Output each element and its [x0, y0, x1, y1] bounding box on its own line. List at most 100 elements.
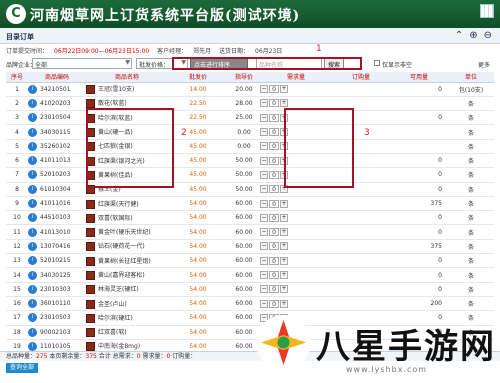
- minus-button[interactable]: −: [260, 85, 268, 94]
- minus-button[interactable]: −: [260, 271, 268, 279]
- info-icon[interactable]: i: [28, 341, 37, 351]
- quantity-stepper[interactable]: −0+: [260, 228, 288, 237]
- table-row[interactable]: 2 i 41020203 散花(软蓝) 22.50 28.00−0 + 条: [6, 96, 494, 112]
- quantity-input[interactable]: 0: [269, 228, 279, 237]
- quantity-input[interactable]: 0: [269, 271, 279, 279]
- plus-button[interactable]: +: [280, 256, 288, 265]
- table-row[interactable]: 1 i 34210501 王冠(雪10支) 14.00 20.00−0 +0 包(10支): [6, 82, 494, 97]
- quantity-input[interactable]: 0: [269, 142, 279, 151]
- quantity-stepper[interactable]: −0+: [260, 242, 288, 251]
- quantity-input[interactable]: 0: [269, 242, 279, 251]
- table-row[interactable]: 13 i 52010215 黄果树(长征红星炮) 54.00 60.00−0 +0 条: [6, 253, 494, 269]
- product-name[interactable]: 金圣(卢山): [86, 296, 168, 312]
- info-icon[interactable]: i: [28, 84, 37, 94]
- table-row[interactable]: 5 i 35260102 七匹狼(金银) 45.00 0.00−0 + 条: [6, 139, 494, 154]
- plus-button[interactable]: +: [280, 228, 288, 237]
- info-icon[interactable]: i: [28, 284, 37, 294]
- minus-button[interactable]: −: [260, 285, 268, 294]
- info-icon[interactable]: i: [28, 241, 37, 251]
- plus-button[interactable]: +: [280, 271, 288, 279]
- product-name[interactable]: 王冠(雪10支): [86, 82, 168, 97]
- info-icon[interactable]: i: [28, 141, 37, 151]
- plus-button[interactable]: +: [280, 199, 288, 208]
- info-icon[interactable]: i: [28, 113, 37, 123]
- info-icon[interactable]: i: [28, 127, 37, 137]
- info-icon[interactable]: i: [28, 327, 37, 337]
- product-name[interactable]: 红旗渠(天行健): [86, 196, 168, 212]
- product-name[interactable]: 黄金叶(硬乐天世纪): [86, 224, 168, 240]
- more-link[interactable]: 更多: [478, 60, 490, 69]
- table-row[interactable]: 12 i 13070416 钻石(硬荷花一代) 54.00 60.00−0 +375 条: [6, 239, 494, 255]
- info-icon[interactable]: i: [28, 156, 37, 166]
- quantity-input[interactable]: 0: [269, 299, 279, 308]
- plus-button[interactable]: +: [280, 99, 288, 108]
- info-icon[interactable]: i: [28, 199, 37, 209]
- quantity-stepper[interactable]: −0+: [260, 85, 288, 94]
- info-icon[interactable]: i: [28, 213, 37, 223]
- info-icon[interactable]: i: [28, 170, 37, 180]
- minus-button[interactable]: −: [260, 156, 268, 165]
- quantity-stepper[interactable]: −0+: [260, 99, 288, 108]
- minus-button[interactable]: −: [260, 128, 268, 137]
- product-name[interactable]: 双喜(软国际): [86, 210, 168, 226]
- info-icon[interactable]: i: [28, 227, 37, 237]
- table-row[interactable]: 3 i 23010504 哈尔滨(软蓝) 22.50 25.00−0 +0 条: [6, 110, 494, 126]
- info-icon[interactable]: i: [28, 299, 37, 309]
- minus-button[interactable]: −: [260, 199, 268, 208]
- plus-button[interactable]: +: [280, 285, 288, 294]
- product-name[interactable]: 林海灵芝(硬红): [86, 282, 168, 297]
- quantity-input[interactable]: 0: [269, 256, 279, 265]
- zoom-in-icon[interactable]: ⊕: [469, 30, 477, 41]
- quantity-input[interactable]: 0: [269, 113, 279, 122]
- query-all-button[interactable]: 查询全部: [6, 363, 39, 373]
- quantity-stepper[interactable]: −0+: [260, 256, 288, 265]
- product-name[interactable]: 黄山(嘉界迎客松): [86, 267, 168, 283]
- quantity-input[interactable]: 0: [269, 185, 279, 194]
- quantity-input[interactable]: 0: [269, 128, 279, 137]
- minus-button[interactable]: −: [260, 256, 268, 265]
- quantity-stepper[interactable]: −0+: [260, 285, 288, 294]
- table-row[interactable]: 8 i 61010304 猴王(金) 45.00 50.00−0 +0 条: [6, 182, 494, 197]
- only-nonempty-checkbox[interactable]: [374, 60, 380, 66]
- table-row[interactable]: 16 i 36010110 金圣(卢山) 54.00 60.00−0 +200 条: [6, 296, 494, 312]
- quantity-stepper[interactable]: −0+: [260, 299, 288, 308]
- quantity-input[interactable]: 0: [269, 213, 279, 222]
- table-row[interactable]: 10 i 44510103 双喜(软国际) 54.00 60.00−0 +0 条: [6, 210, 494, 226]
- table-row[interactable]: 11 i 41013010 黄金叶(硬乐天世纪) 54.00 60.00−0 +0 条: [6, 224, 494, 240]
- info-icon[interactable]: i: [28, 184, 37, 194]
- quantity-input[interactable]: 0: [269, 170, 279, 179]
- table-row[interactable]: 6 i 41011013 红旗渠(银河之光) 45.00 50.00−0 +0 条: [6, 153, 494, 169]
- minus-button[interactable]: −: [260, 99, 268, 108]
- info-icon[interactable]: i: [28, 98, 37, 108]
- plus-button[interactable]: +: [280, 242, 288, 251]
- zoom-out-icon[interactable]: ⊖: [484, 30, 492, 41]
- minus-button[interactable]: −: [260, 228, 268, 237]
- minus-button[interactable]: −: [260, 242, 268, 251]
- minus-button[interactable]: −: [260, 142, 268, 151]
- quantity-input[interactable]: 0: [269, 156, 279, 165]
- info-icon[interactable]: i: [28, 313, 37, 323]
- quantity-input[interactable]: 0: [269, 99, 279, 108]
- plus-button[interactable]: +: [280, 213, 288, 222]
- quantity-stepper[interactable]: −0+: [260, 199, 288, 208]
- quantity-input[interactable]: 0: [269, 285, 279, 294]
- quantity-input[interactable]: 0: [269, 199, 279, 208]
- quantity-input[interactable]: 0: [269, 85, 279, 94]
- collapse-icon[interactable]: ⌃: [455, 30, 463, 41]
- quantity-stepper[interactable]: −0+: [260, 271, 288, 279]
- product-name[interactable]: 钻石(硬荷花一代): [86, 239, 168, 255]
- brand-select[interactable]: 全部 ▼: [32, 58, 132, 69]
- grid-icon[interactable]: [480, 4, 494, 18]
- minus-button[interactable]: −: [260, 299, 268, 308]
- minus-button[interactable]: −: [260, 213, 268, 222]
- quantity-stepper[interactable]: −0+: [260, 213, 288, 222]
- table-row[interactable]: 15 i 23010303 林海灵芝(硬红) 54.00 60.00−0 +0 条: [6, 282, 494, 297]
- product-name[interactable]: 哈尔滨(硬红): [86, 310, 168, 326]
- minus-button[interactable]: −: [260, 170, 268, 179]
- table-row[interactable]: 7 i 52010203 黄果树(佳品) 45.00 50.00−0 +0 条: [6, 167, 494, 183]
- plus-button[interactable]: +: [280, 85, 288, 94]
- minus-button[interactable]: −: [260, 185, 268, 194]
- table-row[interactable]: 9 i 41011016 红旗渠(天行健) 54.00 60.00−0 +375 条: [6, 196, 494, 212]
- minus-button[interactable]: −: [260, 113, 268, 122]
- info-icon[interactable]: i: [28, 270, 37, 280]
